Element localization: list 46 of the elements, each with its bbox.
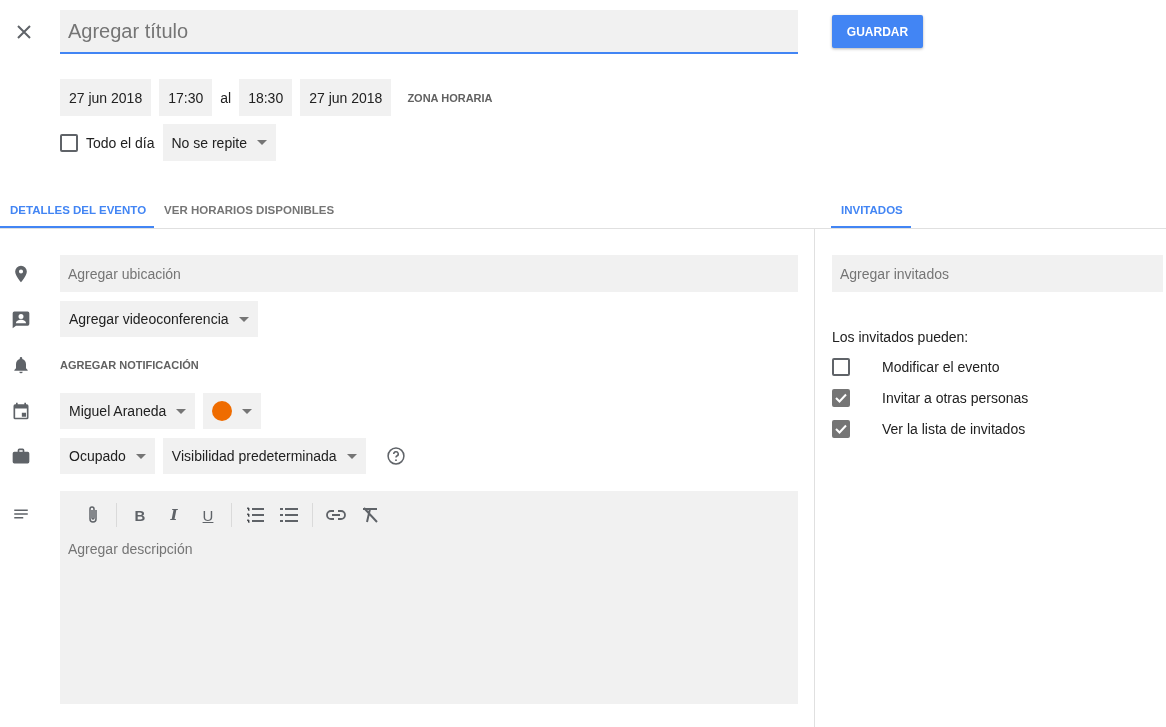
tab[interactable]: INVITADOS [831,194,911,228]
permission-label: Invitar a otras personas [882,390,1029,406]
briefcase-icon [11,446,31,466]
description-field[interactable]: B I U Agregar descripción [60,491,798,704]
caret-icon [242,408,253,414]
italic-button[interactable]: I [159,503,189,527]
availability-dropdown[interactable]: Ocupado [60,438,155,474]
tab[interactable]: DETALLES DEL EVENTO [0,194,155,228]
checkbox[interactable] [60,133,78,152]
separator-text: al [220,89,232,106]
help-icon[interactable] [385,446,406,466]
close-icon[interactable] [16,24,32,40]
checkbox[interactable] [832,420,850,438]
timezone-button[interactable]: ZONA HORARIA [399,91,501,104]
end-time-field[interactable]: 18:30 [239,79,293,116]
end-date-field[interactable]: 27 jun 2018 [300,79,392,116]
calendar-icon [11,401,31,421]
permission-label: Modificar el evento [882,359,1000,375]
tab[interactable]: VER HORARIOS DISPONIBLES [154,194,343,228]
location-field[interactable]: Agregar ubicación [60,255,798,292]
caret-icon [135,453,146,459]
start-date-field[interactable]: 27 jun 2018 [60,79,152,116]
contact-card-icon [11,309,31,329]
title-field[interactable]: Agregar título [60,10,798,54]
bold-button[interactable]: B [125,503,155,527]
bell-icon [11,355,31,375]
video-dropdown[interactable]: Agregar videoconferencia [60,301,258,337]
caret-icon [257,140,267,145]
checkbox[interactable] [832,389,850,407]
save-button[interactable]: GUARDAR [832,15,923,48]
caret-icon [238,316,249,322]
visibility-dropdown[interactable]: Visibilidad predeterminada [162,438,366,474]
description-placeholder: Agregar descripción [68,541,194,557]
permission-label: Ver la lista de invitados [882,421,1026,437]
repeat-dropdown[interactable]: No se repite [162,124,276,161]
guests-field[interactable]: Agregar invitados [832,255,1163,292]
checkbox-label: Todo el día [86,134,155,151]
add-notification-button[interactable]: AGREGAR NOTIFICACIÓN [60,359,199,371]
start-time-field[interactable]: 17:30 [159,79,213,116]
underline-button[interactable]: U [193,503,223,527]
caret-icon [176,408,187,414]
permissions-label: Los invitados pueden: [832,329,970,345]
caret-icon [346,453,357,459]
color-picker[interactable] [203,393,262,429]
calendar-dropdown[interactable]: Miguel Araneda [60,393,196,429]
checkbox[interactable] [832,358,850,376]
